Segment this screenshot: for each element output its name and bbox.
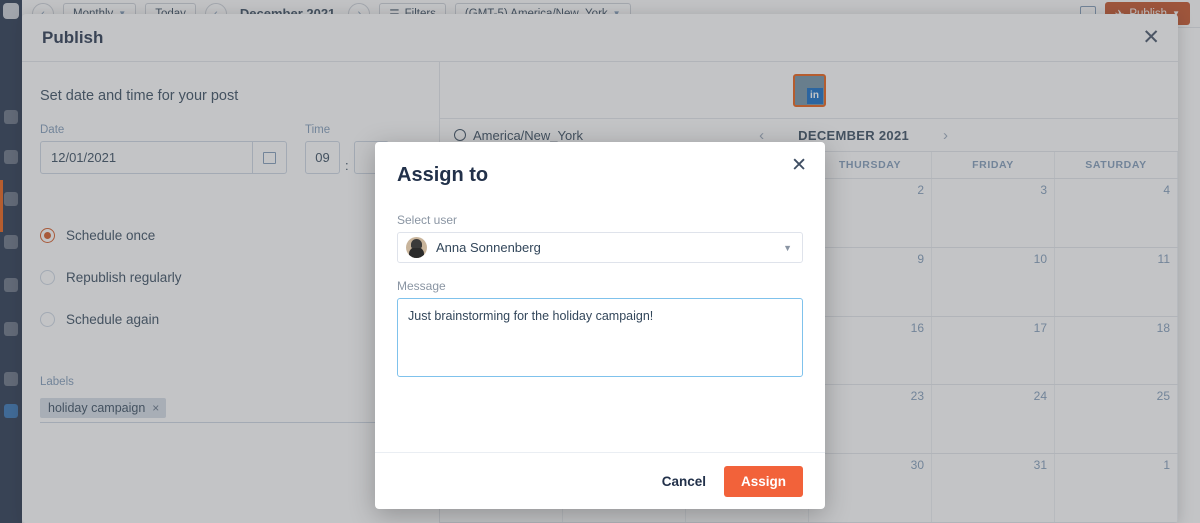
avatar <box>406 237 427 258</box>
screen: ‹ Monthly ▼ Today ‹ December 2021 › ☰ Fi… <box>0 0 1200 523</box>
assign-button[interactable]: Assign <box>724 466 803 497</box>
message-label: Message <box>397 279 803 293</box>
chevron-down-icon[interactable]: ▼ <box>783 243 792 253</box>
select-user-group: Select user Anna Sonnenberg ▼ <box>397 213 803 263</box>
assign-dialog: Assign to ✕ Select user Anna Sonnenberg … <box>375 142 825 509</box>
cancel-button[interactable]: Cancel <box>662 474 706 489</box>
select-user-label: Select user <box>397 213 803 227</box>
assign-dialog-title: Assign to <box>397 164 803 187</box>
selected-user-name: Anna Sonnenberg <box>436 240 774 255</box>
assign-dialog-footer: Cancel Assign <box>375 452 825 509</box>
assign-dialog-header: Assign to ✕ <box>375 142 825 187</box>
close-icon[interactable]: ✕ <box>791 156 807 175</box>
message-input[interactable]: Just brainstorming for the holiday campa… <box>397 298 803 377</box>
message-group: Message Just brainstorming for the holid… <box>397 279 803 377</box>
assign-dialog-body: Select user Anna Sonnenberg ▼ Message Ju… <box>375 187 825 377</box>
select-user-dropdown[interactable]: Anna Sonnenberg ▼ <box>397 232 803 263</box>
